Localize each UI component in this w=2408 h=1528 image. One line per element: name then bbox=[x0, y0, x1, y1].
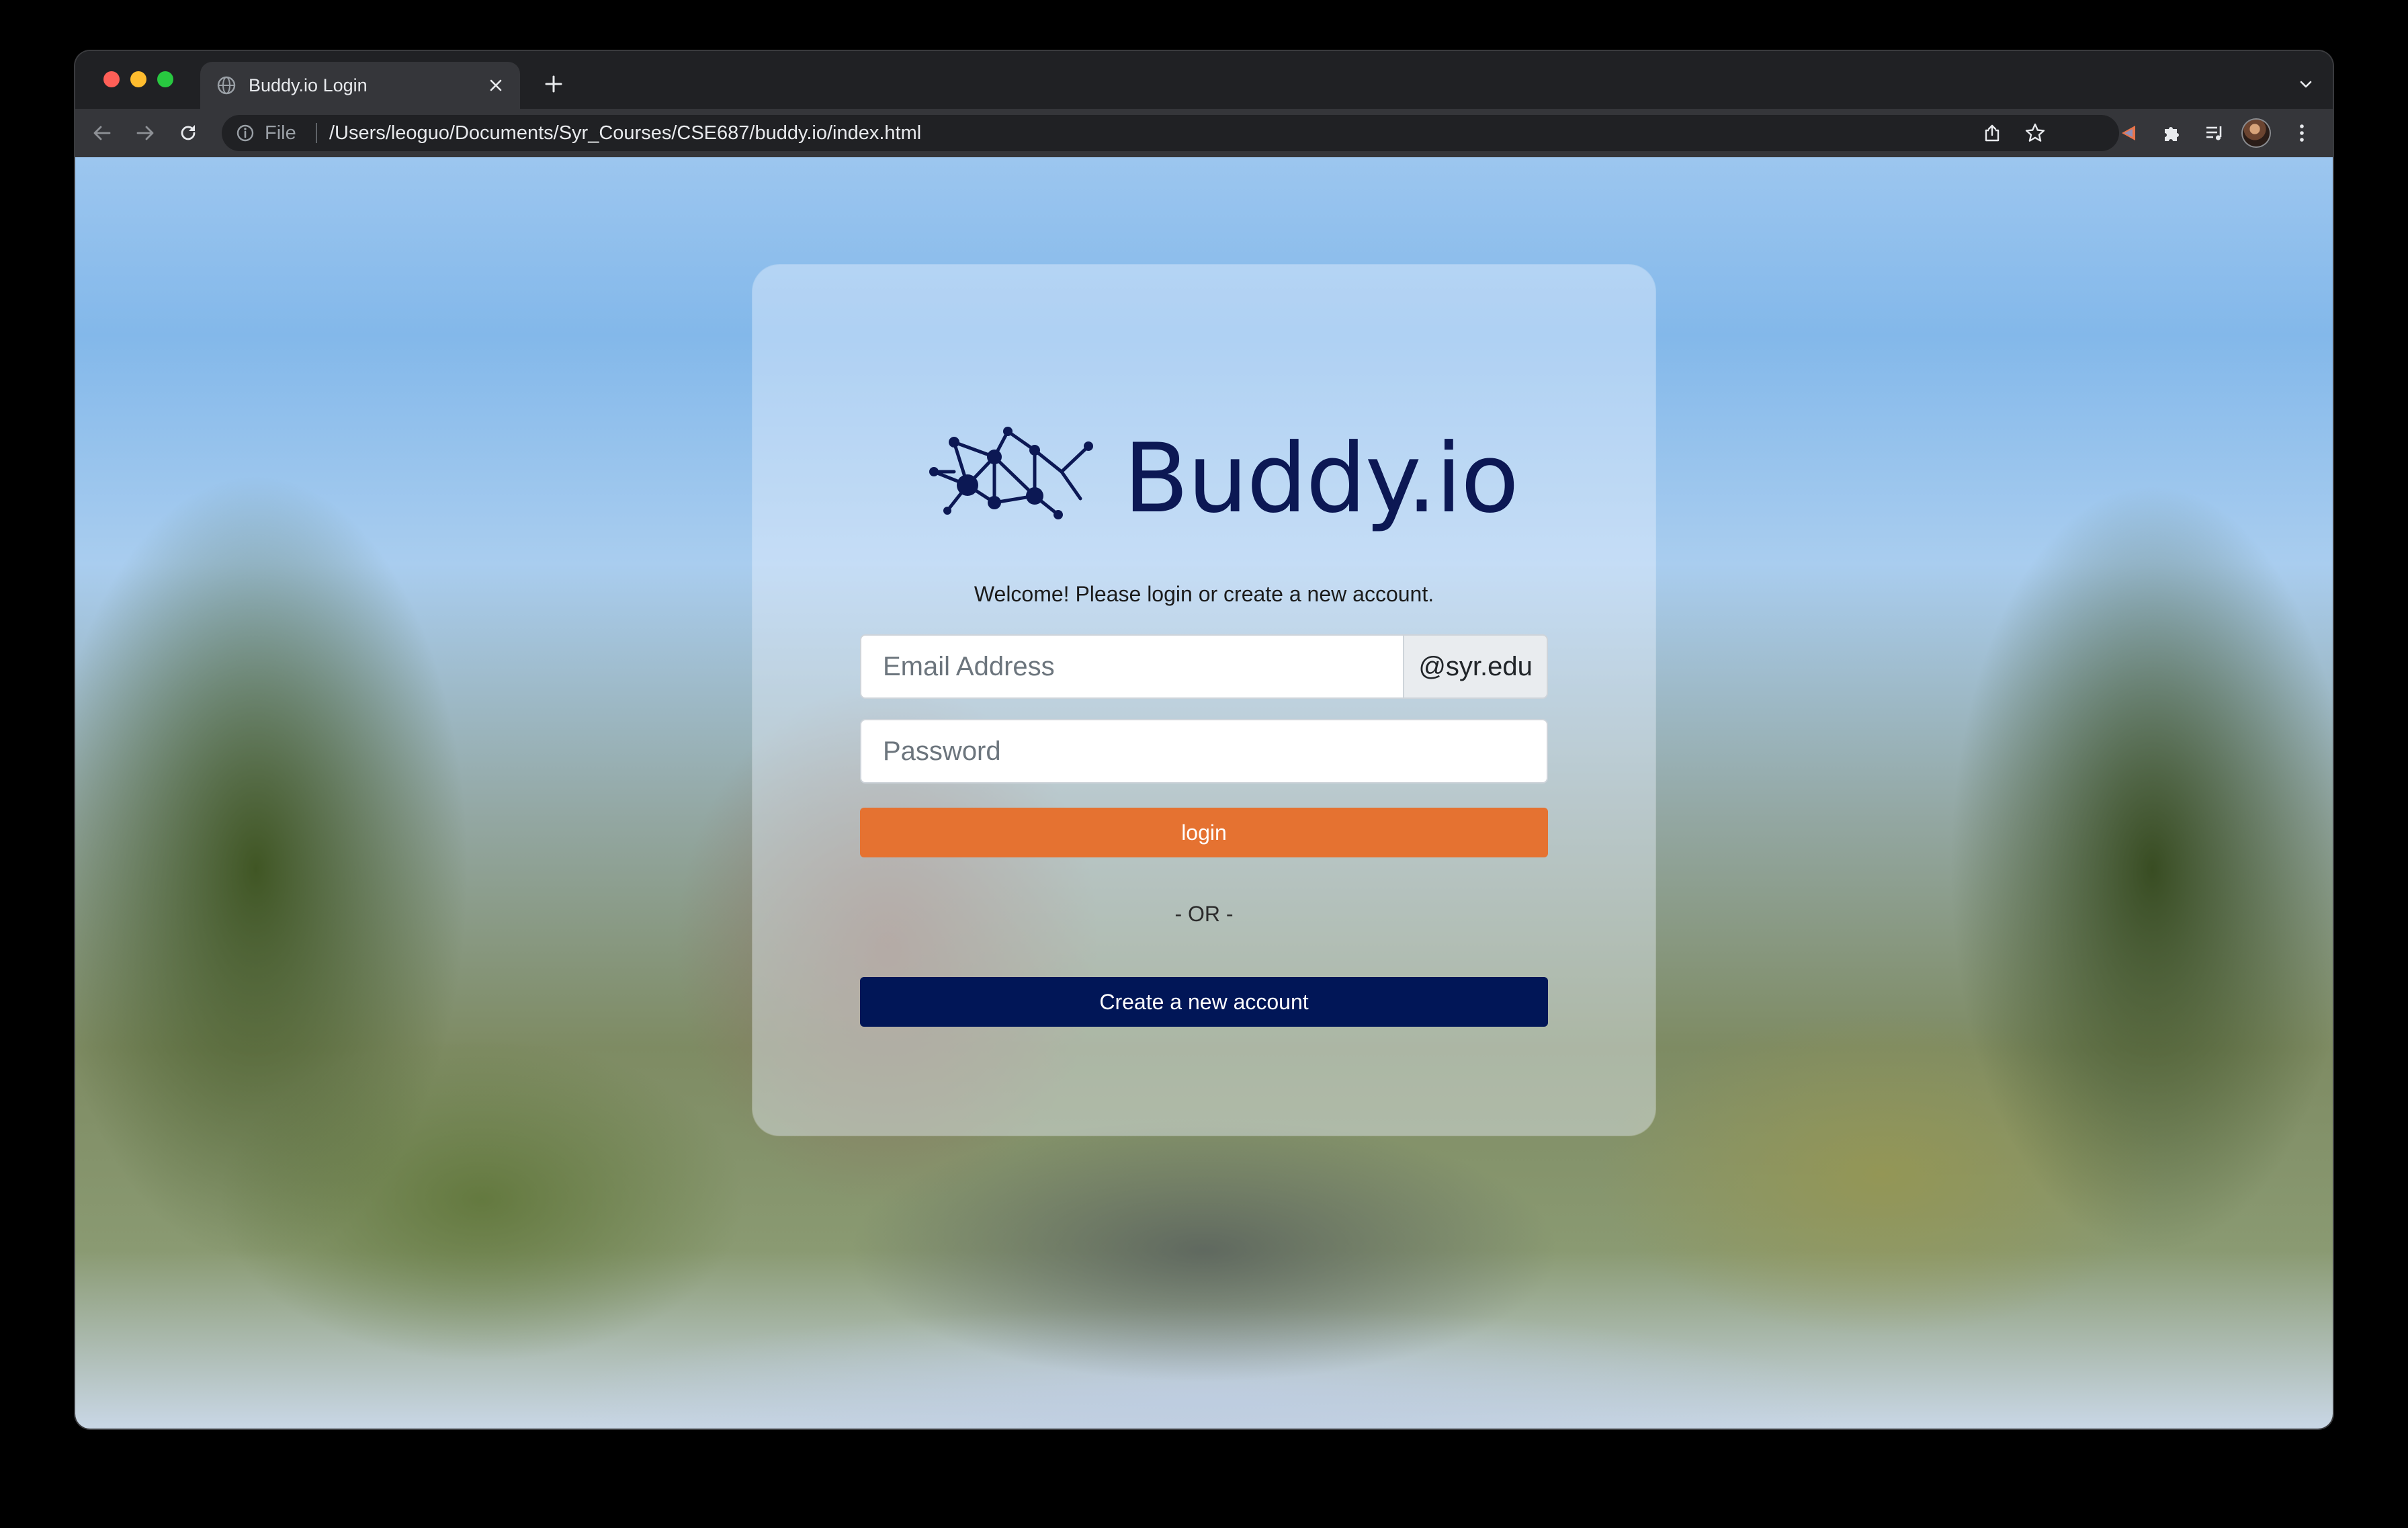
window-maximize-button[interactable] bbox=[157, 71, 173, 87]
welcome-text: Welcome! Please login or create a new ac… bbox=[974, 582, 1434, 606]
tab-buddy-login[interactable]: Buddy.io Login bbox=[200, 62, 520, 109]
browser-toolbar: File /Users/leoguo/Documents/Syr_Courses… bbox=[75, 109, 2333, 159]
logo-wordmark: Buddy.io bbox=[1123, 423, 1519, 534]
create-account-button[interactable]: Create a new account bbox=[860, 977, 1548, 1027]
share-icon[interactable] bbox=[1978, 119, 2006, 147]
url-scheme-label: File bbox=[265, 122, 296, 144]
extension-icon[interactable] bbox=[2112, 117, 2145, 149]
kebab-menu-icon[interactable] bbox=[2286, 117, 2318, 149]
buddy-logo: Buddy.io bbox=[927, 423, 1519, 538]
globe-icon bbox=[216, 75, 236, 95]
url-text[interactable]: /Users/leoguo/Documents/Syr_Courses/CSE6… bbox=[329, 123, 921, 143]
browser-window: Buddy.io Login File /Users/leoguo/Docume… bbox=[75, 51, 2333, 1429]
close-tab-icon[interactable] bbox=[484, 73, 508, 97]
password-input[interactable] bbox=[860, 719, 1548, 783]
chevron-down-icon[interactable] bbox=[2294, 72, 2318, 96]
reload-icon[interactable] bbox=[172, 117, 204, 149]
login-card: Buddy.io Welcome! Please login or create… bbox=[752, 265, 1656, 1136]
forward-arrow-icon[interactable] bbox=[129, 117, 161, 149]
tab-title: Buddy.io Login bbox=[249, 75, 368, 95]
network-logo-icon bbox=[929, 427, 1093, 519]
or-divider: - OR - bbox=[1174, 902, 1234, 926]
star-icon[interactable] bbox=[2021, 119, 2049, 147]
avatar[interactable] bbox=[2243, 120, 2270, 146]
email-domain-suffix: @syr.edu bbox=[1403, 634, 1548, 699]
email-input[interactable] bbox=[860, 634, 1404, 699]
media-control-icon[interactable] bbox=[2198, 117, 2231, 149]
tab-strip: Buddy.io Login bbox=[75, 51, 2333, 109]
back-arrow-icon[interactable] bbox=[86, 117, 118, 149]
page-viewport: Buddy.io Welcome! Please login or create… bbox=[75, 157, 2333, 1429]
window-close-button[interactable] bbox=[103, 71, 120, 87]
login-button[interactable]: login bbox=[860, 808, 1548, 857]
email-input-group: @syr.edu bbox=[860, 634, 1548, 699]
window-minimize-button[interactable] bbox=[130, 71, 146, 87]
plus-icon[interactable] bbox=[539, 69, 568, 99]
address-bar[interactable]: File /Users/leoguo/Documents/Syr_Courses… bbox=[222, 115, 2119, 151]
puzzle-icon[interactable] bbox=[2155, 117, 2188, 149]
info-icon[interactable] bbox=[235, 123, 255, 143]
address-separator bbox=[316, 123, 317, 143]
